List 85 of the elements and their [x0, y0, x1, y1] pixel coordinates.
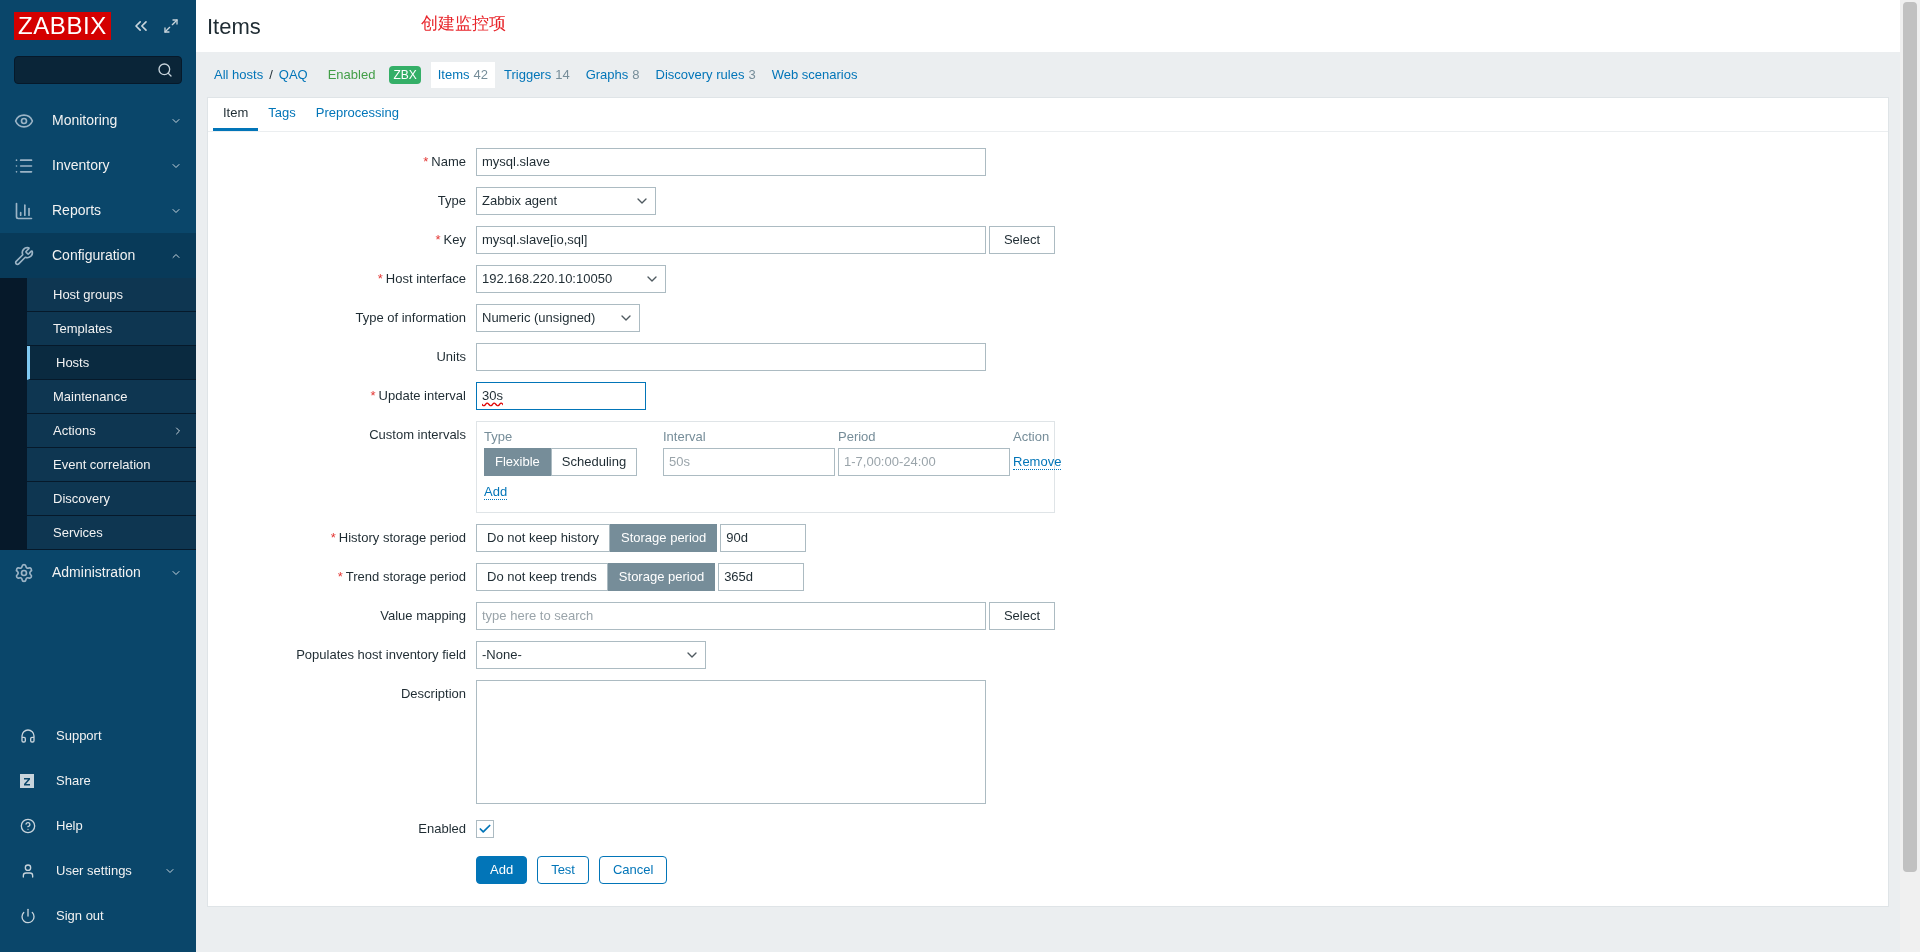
submenu-item[interactable]: Hosts	[27, 346, 196, 380]
host-status: Enabled	[327, 66, 376, 85]
breadcrumb-link[interactable]: All hosts	[214, 65, 264, 85]
dropdown[interactable]: 192.168.220.10:10050	[476, 265, 666, 293]
menu-item[interactable]: Inventory	[0, 143, 196, 188]
user-menu-item[interactable]: Help	[0, 803, 196, 848]
page-title: Items	[207, 12, 261, 41]
headset-icon	[20, 727, 36, 744]
host-nav-tab[interactable]: Triggers 14	[497, 62, 577, 88]
menu-item[interactable]: Monitoring	[0, 98, 196, 143]
breadcrumb-separator: /	[269, 66, 273, 85]
segment-button[interactable]: Scheduling	[550, 448, 638, 476]
text-field[interactable]: mysql.slave	[476, 148, 986, 176]
form-tab[interactable]: Tags	[258, 98, 306, 131]
submenu-item[interactable]: Services	[27, 516, 196, 550]
text-field[interactable]	[476, 343, 986, 371]
user-menu-item[interactable]: Share	[0, 758, 196, 803]
user-menu-item[interactable]: Sign out	[0, 893, 196, 938]
power-icon	[20, 907, 36, 924]
field-label: * Trend storage period	[337, 567, 466, 586]
field-label: * Key	[435, 231, 466, 250]
search-field[interactable]	[14, 56, 182, 84]
field-label: Description	[400, 684, 466, 703]
checkbox[interactable]	[476, 819, 494, 838]
wrench-icon	[14, 245, 34, 266]
segment-button[interactable]: Do not keep history	[476, 523, 610, 552]
text-field[interactable]: 30s	[476, 382, 646, 410]
annotation: 创建监控项	[420, 13, 506, 36]
dropdown[interactable]: Numeric (unsigned)	[476, 304, 640, 332]
field-label: * Update interval	[370, 387, 466, 406]
column-header: Type	[484, 428, 514, 446]
text-field[interactable]: mysql.slave[io,sql]	[476, 226, 986, 254]
field-label: Value mapping	[380, 606, 466, 625]
gear-icon	[14, 562, 34, 583]
form-button[interactable]: Add	[476, 855, 528, 884]
submenu-item[interactable]: Discovery	[27, 482, 196, 516]
user-menu-item[interactable]: Support	[0, 713, 196, 758]
column-header: Interval	[663, 428, 707, 446]
field-label: Units	[436, 348, 466, 367]
host-nav-tab[interactable]: Graphs 8	[578, 62, 647, 88]
column-header: Action	[1013, 428, 1051, 446]
field-label: Custom intervals	[369, 426, 466, 444]
field-label: Enabled	[418, 819, 466, 838]
dropdown[interactable]: -None-	[476, 640, 706, 669]
submenu-item[interactable]: Actions	[27, 414, 196, 448]
select-button[interactable]: Select	[989, 601, 1055, 630]
user-icon	[20, 862, 36, 879]
text-field[interactable]: 365d	[718, 562, 805, 591]
form-button[interactable]: Cancel	[599, 855, 668, 884]
host-nav-tab[interactable]: Web scenarios	[764, 62, 865, 88]
host-nav-tab[interactable]: Discovery rules 3	[648, 62, 763, 88]
field-label: * History storage period	[330, 528, 466, 547]
field-label: * Host interface	[377, 270, 466, 289]
form-button[interactable]: Test	[537, 855, 589, 884]
logo: ZABBIX	[14, 12, 111, 40]
segment-button[interactable]: Do not keep trends	[476, 562, 608, 591]
question-mark-icon	[20, 817, 36, 834]
submenu-item[interactable]: Maintenance	[27, 380, 196, 414]
column-header: Period	[838, 428, 877, 446]
menu-item[interactable]: Reports	[0, 188, 196, 233]
breadcrumb-link[interactable]: QAQ	[278, 65, 308, 85]
scrollbar[interactable]	[1900, 0, 1920, 952]
field-label: Type	[437, 192, 466, 211]
add-link[interactable]: Add	[484, 484, 508, 500]
submenu-item[interactable]: Event correlation	[27, 448, 196, 482]
expand-icon[interactable]	[162, 18, 179, 34]
menu-item[interactable]: Administration	[0, 550, 196, 595]
menu-item[interactable]: Configuration	[0, 233, 196, 278]
text-field[interactable]: 90d	[720, 523, 807, 552]
submenu-item[interactable]: Templates	[27, 312, 196, 346]
form-tab[interactable]: Preprocessing	[305, 98, 409, 131]
field-label: Type of information	[355, 309, 466, 328]
agent-status-badge: ZBX	[389, 66, 421, 84]
form-tab[interactable]: Item	[213, 98, 259, 131]
search-icon[interactable]	[157, 62, 173, 78]
submenu-item[interactable]: Host groups	[27, 278, 196, 312]
user-menu-item[interactable]: User settings	[0, 848, 196, 893]
z-logo-icon	[20, 773, 34, 788]
bar-chart-icon	[14, 200, 34, 221]
field-label: Populates host inventory field	[296, 645, 466, 664]
host-nav-tab[interactable]: Items 42	[430, 62, 495, 88]
dropdown[interactable]: Zabbix agent	[476, 187, 656, 215]
remove-link[interactable]: Remove	[1013, 454, 1062, 470]
field-label: * Name	[423, 153, 466, 172]
select-button[interactable]: Select	[989, 226, 1055, 254]
